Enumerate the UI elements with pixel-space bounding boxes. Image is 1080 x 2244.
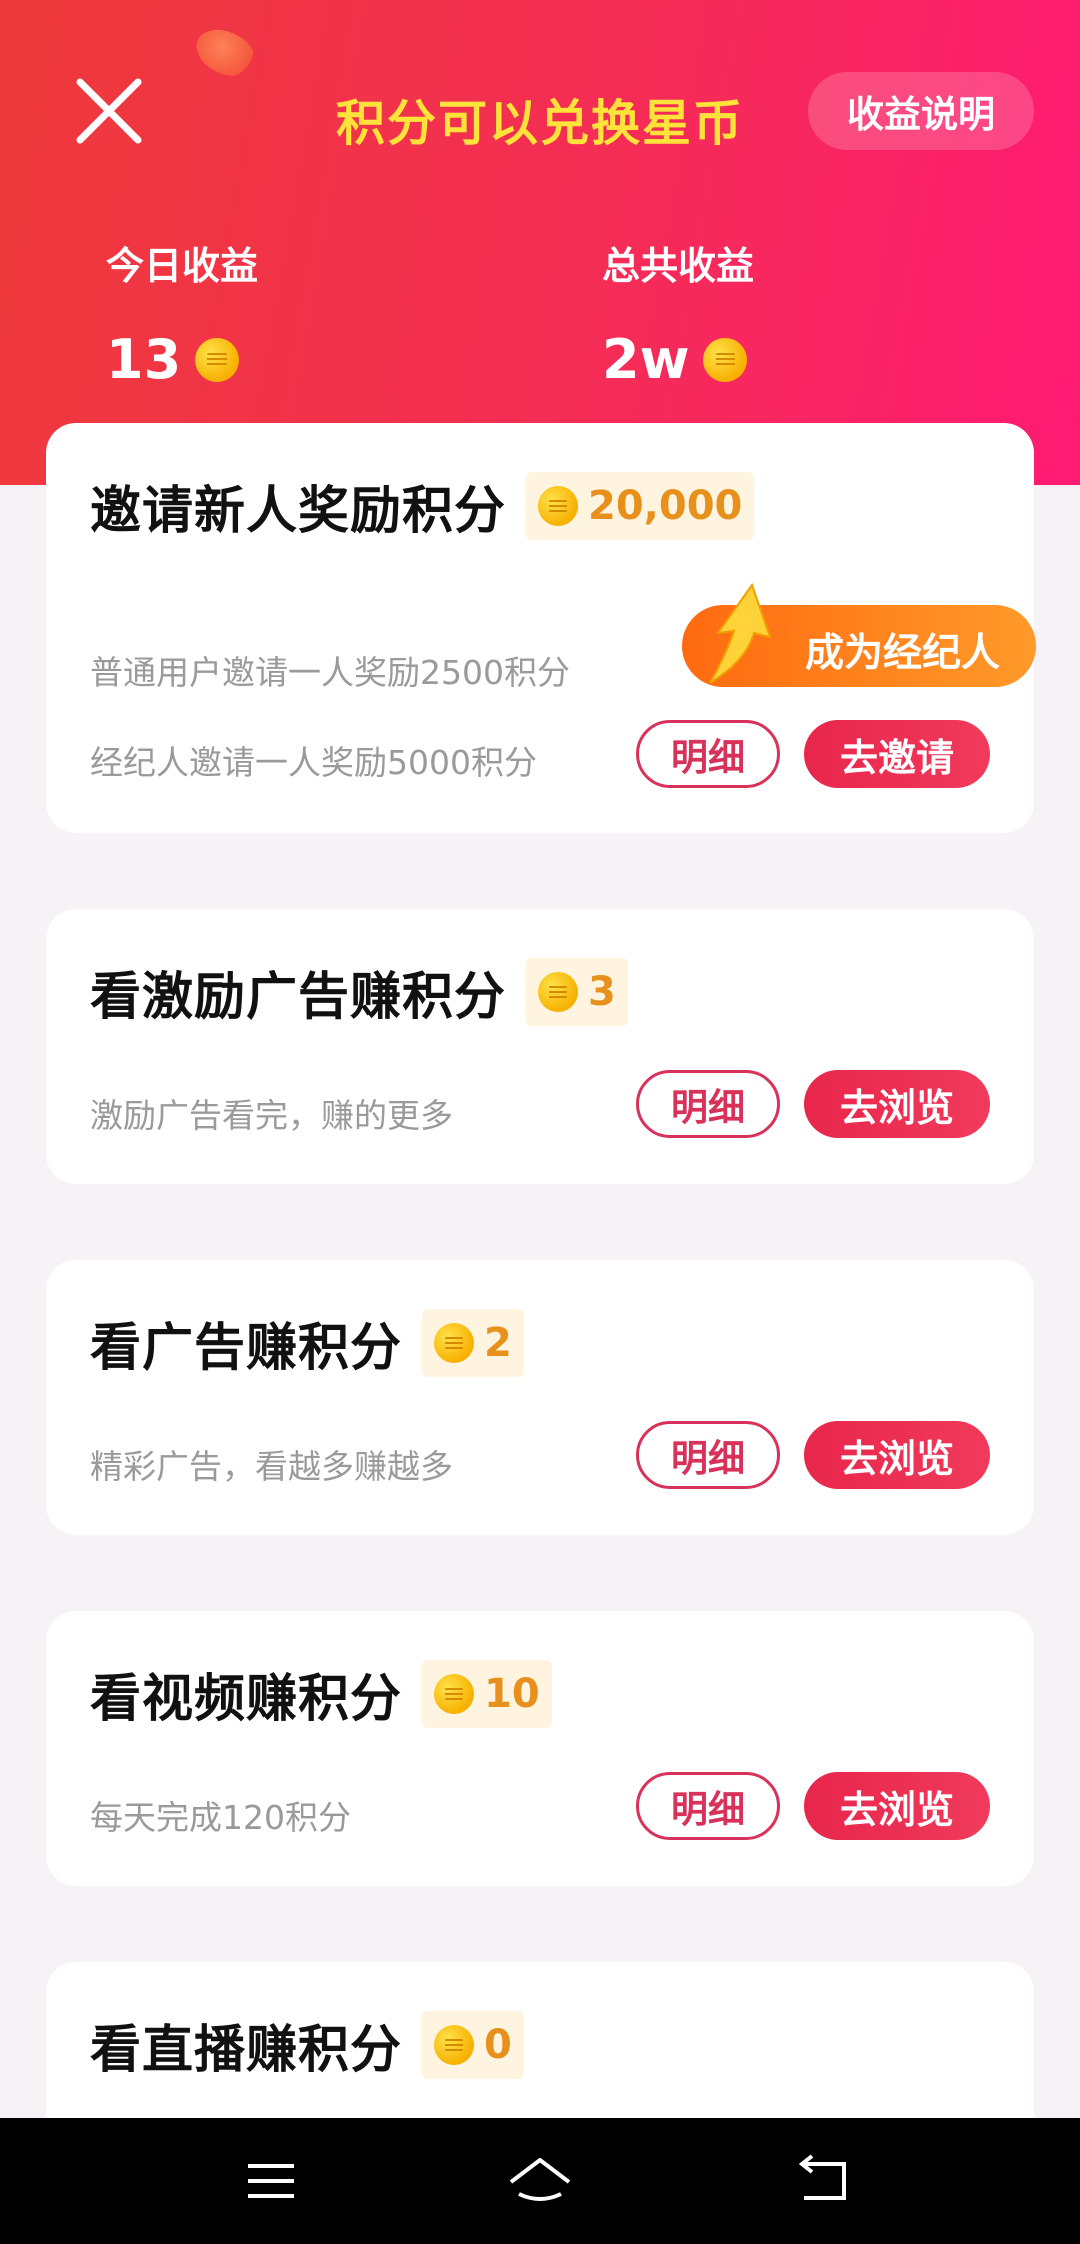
coin-icon	[195, 337, 240, 382]
browse-button[interactable]: 去浏览	[804, 1421, 990, 1489]
menu-icon	[248, 2164, 294, 2198]
browse-button[interactable]: 去浏览	[804, 1070, 990, 1138]
reward-value: 2	[484, 1320, 512, 1366]
today-earnings-label: 今日收益	[106, 244, 259, 288]
ad-card: 看广告赚积分 2 精彩广告，看越多赚越多 明细 去浏览	[46, 1260, 1034, 1535]
reward-badge: 10	[422, 1660, 552, 1728]
coin-icon	[434, 1323, 475, 1363]
browse-button[interactable]: 去浏览	[804, 1772, 990, 1840]
coin-icon	[538, 486, 579, 526]
card-title: 邀请新人奖励积分	[90, 482, 507, 541]
detail-button[interactable]: 明细	[636, 1421, 780, 1489]
detail-button[interactable]: 明细	[636, 720, 780, 788]
reward-badge: 20,000	[526, 472, 755, 540]
reward-value: 20,000	[588, 483, 743, 529]
home-button[interactable]	[505, 2146, 575, 2216]
total-earnings: 总共收益 2w	[602, 235, 754, 391]
total-earnings-label: 总共收益	[602, 244, 755, 288]
back-icon	[798, 2154, 846, 2200]
reward-badge: 2	[422, 1309, 524, 1377]
detail-button[interactable]: 明细	[636, 1772, 780, 1840]
home-icon	[509, 2158, 571, 2201]
earnings-explain-button[interactable]: 收益说明	[808, 72, 1034, 150]
card-title: 看激励广告赚积分	[90, 968, 507, 1027]
header-banner: 积分可以兑换星币 收益说明 今日收益 13 总共收益 2w	[0, 0, 1080, 485]
reward-value: 3	[588, 969, 616, 1015]
reward-value: 0	[484, 2022, 512, 2068]
card-title: 看视频赚积分	[90, 1670, 403, 1729]
menu-button[interactable]	[236, 2146, 306, 2216]
invite-button[interactable]: 去邀请	[804, 720, 990, 788]
coin-icon	[703, 337, 748, 382]
reward-value: 10	[484, 1671, 540, 1717]
card-title: 看直播赚积分	[90, 2021, 403, 2080]
incentive-ad-card: 看激励广告赚积分 3 激励广告看完，赚的更多 明细 去浏览	[46, 909, 1034, 1184]
reward-badge: 3	[526, 958, 628, 1026]
today-earnings-value: 13	[106, 328, 182, 391]
card-description: 精彩广告，看越多赚越多	[90, 1447, 453, 1486]
card-description: 每天完成120积分	[90, 1798, 351, 1837]
become-agent-label: 成为经纪人	[804, 631, 1000, 676]
card-description: 激励广告看完，赚的更多	[90, 1096, 453, 1135]
system-navigation-bar	[0, 2118, 1080, 2244]
video-card: 看视频赚积分 10 每天完成120积分 明细 去浏览	[46, 1611, 1034, 1886]
reward-badge: 0	[422, 2011, 524, 2079]
coin-icon	[434, 1674, 475, 1714]
today-earnings: 今日收益 13	[106, 235, 258, 391]
total-earnings-value: 2w	[602, 328, 690, 391]
back-button[interactable]	[788, 2146, 858, 2216]
card-description: 普通用户邀请一人奖励2500积分	[90, 653, 570, 692]
invite-card: 邀请新人奖励积分 20,000 普通用户邀请一人奖励2500积分 经纪人邀请一人…	[46, 423, 1036, 833]
decorative-blob	[189, 20, 263, 86]
arrow-up-icon	[709, 582, 772, 684]
card-description: 经纪人邀请一人奖励5000积分	[90, 743, 537, 782]
detail-button[interactable]: 明细	[636, 1070, 780, 1138]
coin-icon	[538, 972, 579, 1012]
coin-icon	[434, 2025, 475, 2065]
card-title: 看广告赚积分	[90, 1319, 403, 1378]
become-agent-button[interactable]: 成为经纪人	[682, 582, 1036, 687]
